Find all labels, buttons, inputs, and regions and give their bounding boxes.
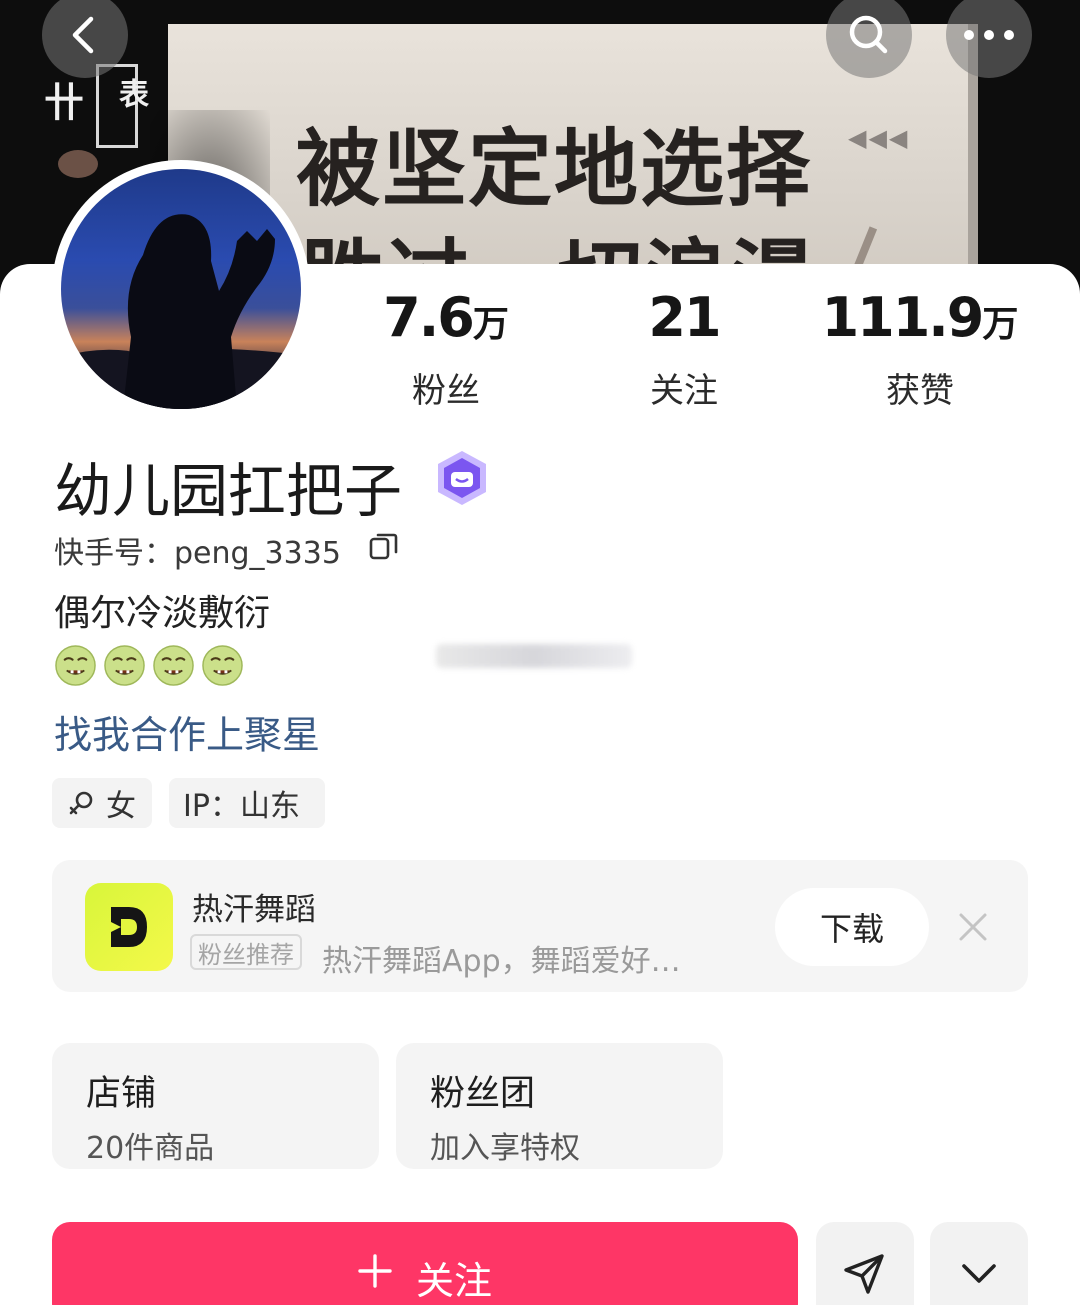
more-dots-icon — [964, 30, 1014, 40]
following-label: 关注 — [650, 371, 718, 411]
cover-side-glyph-2: 表 — [113, 78, 148, 108]
fan-club-title: 粉丝团 — [430, 1074, 536, 1114]
stat-likes[interactable]: 111.9万 获赞 — [820, 288, 1020, 412]
app-description: 热汗舞蹈App，舞蹈爱好… — [322, 944, 681, 979]
cover-arrows-icon: ◀◀◀ — [848, 124, 910, 152]
cooperation-link[interactable]: 找我合作上聚星 — [54, 704, 320, 759]
recommend-tag: 粉丝推荐 — [190, 934, 302, 970]
share-button[interactable] — [816, 1222, 914, 1305]
stat-following[interactable]: 21 关注 — [584, 288, 784, 412]
chevron-left-icon — [72, 16, 94, 54]
download-button[interactable]: 下载 — [775, 888, 929, 966]
drooling-face-icon — [153, 645, 194, 686]
copy-icon[interactable] — [368, 530, 400, 562]
emoji-row — [54, 644, 244, 687]
likes-label: 获赞 — [886, 371, 954, 411]
drooling-face-icon — [202, 645, 243, 686]
followers-count: 7.6 — [383, 286, 475, 349]
expand-button[interactable] — [930, 1222, 1028, 1305]
cover-blob — [58, 150, 98, 178]
avatar[interactable] — [61, 169, 301, 409]
bio-text: 偶尔冷淡敷衍 — [54, 593, 271, 634]
stat-followers[interactable]: 7.6万 粉丝 — [346, 288, 546, 412]
app-logo-icon — [85, 883, 173, 971]
female-icon — [69, 791, 93, 815]
shop-entry[interactable]: 店铺 20件商品 — [52, 1043, 379, 1169]
plus-icon — [358, 1254, 392, 1288]
app-logo-glyph — [109, 907, 147, 947]
followers-label: 粉丝 — [412, 371, 480, 411]
shop-title: 店铺 — [86, 1074, 157, 1114]
gender-text: 女 — [106, 789, 136, 824]
ip-tag: IP：山东 — [169, 778, 325, 828]
chevron-down-icon — [962, 1264, 996, 1283]
send-icon — [844, 1254, 884, 1294]
drooling-face-icon — [55, 645, 96, 686]
likes-count: 111.9 — [821, 286, 985, 349]
avatar-silhouette — [61, 214, 301, 409]
app-title: 热汗舞蹈 — [192, 892, 316, 928]
blurred-text — [436, 644, 632, 668]
kuaishou-id: 快手号：peng_3335 — [54, 536, 341, 571]
followers-unit: 万 — [472, 304, 509, 345]
search-icon — [849, 15, 888, 54]
fan-club-entry[interactable]: 粉丝团 加入享特权 — [396, 1043, 723, 1169]
gender-tag: 女 — [52, 778, 152, 828]
follow-button[interactable]: 关注 — [52, 1222, 798, 1305]
cover-text-line-1: 被坚定地选择 — [296, 120, 813, 218]
cover-side-glyph: 卄 — [44, 80, 84, 126]
level-badge-icon[interactable] — [432, 448, 492, 508]
profile-name: 幼儿园扛把子 — [54, 457, 403, 525]
follow-label: 关注 — [415, 1259, 492, 1303]
likes-unit: 万 — [982, 304, 1019, 345]
drooling-face-icon — [104, 645, 145, 686]
following-count: 21 — [648, 286, 721, 349]
app-promo-card[interactable]: 热汗舞蹈 粉丝推荐 热汗舞蹈App，舞蹈爱好… 下载 — [52, 860, 1028, 992]
close-icon[interactable] — [956, 910, 990, 944]
fan-club-subtitle: 加入享特权 — [430, 1131, 580, 1166]
ip-text: IP：山东 — [183, 789, 300, 824]
shop-subtitle: 20件商品 — [86, 1131, 215, 1166]
